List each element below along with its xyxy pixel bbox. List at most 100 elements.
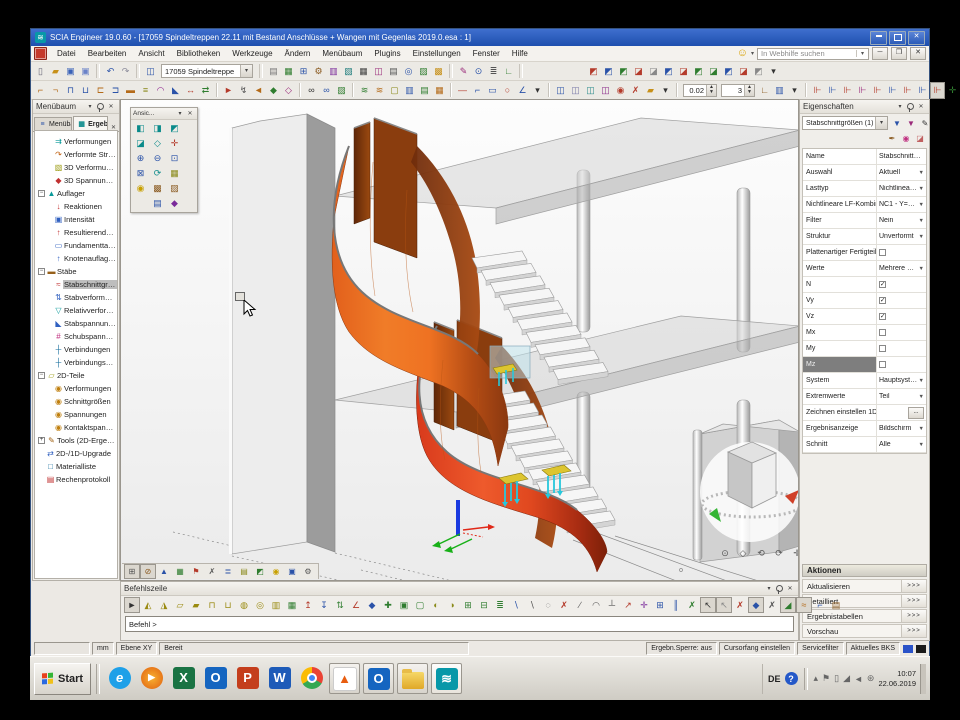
property-row-n[interactable]: N✓ — [803, 277, 926, 293]
zoom-out-icon[interactable]: ⊖ — [149, 151, 166, 166]
view-front-icon[interactable]: ◧ — [132, 121, 149, 136]
view-toggle-icon-4[interactable]: ◪ — [631, 63, 646, 80]
property-value[interactable]: Alle▼ — [877, 437, 926, 452]
language-indicator[interactable]: DE — [768, 674, 781, 684]
property-checkbox[interactable]: ✓ — [879, 281, 886, 288]
gallery-icon[interactable]: ▩ — [431, 63, 446, 80]
plus-tool-icon[interactable]: ✚ — [380, 597, 396, 613]
printer-icon[interactable]: ▤ — [386, 63, 401, 80]
help-search-input[interactable]: In Webhilfe suchen ▾ — [757, 48, 869, 60]
property-dropdown-icon[interactable]: ▼ — [919, 426, 924, 432]
tree-expand-icon[interactable]: − — [38, 190, 45, 197]
results-grid-icon[interactable]: ▥ — [326, 63, 341, 80]
target-icon[interactable]: ◉ — [613, 82, 628, 99]
tree-item-stäbe[interactable]: −▬Stäbe — [35, 265, 117, 278]
zoom-all-icon[interactable]: ⊠ — [132, 166, 149, 181]
menu-hilfe[interactable]: Hilfe — [506, 49, 534, 58]
text-tool-icon[interactable]: ↧ — [316, 597, 332, 613]
grid-icon[interactable]: ▦ — [172, 564, 188, 579]
menu-bibliotheken[interactable]: Bibliotheken — [171, 49, 227, 58]
shaded-icon[interactable]: ⊘ — [140, 564, 156, 579]
property-value[interactable]: Stabschnittgr... — [877, 149, 926, 164]
pencil-icon[interactable]: ✎ — [918, 116, 932, 130]
taskbar-excel-icon[interactable]: X — [169, 663, 198, 692]
presets-icon[interactable]: ▥ — [772, 82, 787, 99]
property-row-zeichnen-einstellen-1d[interactable]: Zeichnen einstellen 1D... — [803, 405, 926, 421]
window-split-icon[interactable]: ◫ — [143, 63, 158, 80]
property-value[interactable]: ... — [877, 405, 926, 420]
action-vorschau[interactable]: Vorschau>>> — [802, 624, 927, 638]
polar-icon[interactable]: ◆ — [748, 597, 764, 613]
cursor-snap-icon[interactable]: ✛ — [636, 597, 652, 613]
taskbar-explorer-icon[interactable] — [397, 663, 428, 694]
child-close-button[interactable]: ✕ — [910, 47, 926, 60]
flag-icon[interactable]: ⚑ — [188, 564, 204, 579]
property-dropdown-icon[interactable]: ▼ — [919, 186, 924, 192]
color-wheel-icon[interactable]: ◉ — [899, 131, 913, 145]
select-cursor-icon[interactable]: ► — [221, 82, 236, 99]
taskbar-powerpoint-icon[interactable]: P — [233, 663, 262, 692]
column-tool-icon[interactable]: ▱ — [172, 597, 188, 613]
composer-icon[interactable]: ◫ — [371, 63, 386, 80]
result-display-icon-5[interactable]: ⊩ — [870, 82, 885, 99]
box-tool-icon[interactable]: ▣ — [396, 597, 412, 613]
title-bar[interactable]: ≋ SCIA Engineer 19.0.60 - [17059 Spindel… — [31, 29, 929, 46]
property-row-schnitt[interactable]: SchnittAlle▼ — [803, 437, 926, 453]
tree-item-stabschnittgrößen[interactable]: ≈Stabschnittgrößen — [35, 278, 117, 291]
filter-more-icon[interactable]: ▦ — [432, 82, 447, 99]
tree-item-stabverformungen[interactable]: ⇅Stabverformungen — [35, 291, 117, 304]
panel-pin-icon[interactable] — [97, 103, 104, 110]
zoom-window-icon[interactable]: ⊡ — [166, 151, 183, 166]
menu-fenster[interactable]: Fenster — [467, 49, 506, 58]
property-dropdown-icon[interactable]: ▼ — [919, 218, 924, 224]
grid-tool-icon[interactable]: ⇅ — [332, 597, 348, 613]
named-view-icon[interactable]: ▦ — [166, 166, 183, 181]
action-more-button[interactable]: >>> — [901, 595, 926, 607]
activity-by-layer-icon[interactable]: ▨ — [334, 82, 349, 99]
property-dropdown-icon[interactable]: ▼ — [919, 170, 924, 176]
vp-settings-icon[interactable]: ⚙ — [300, 564, 316, 579]
move-icon[interactable]: ⌐ — [33, 82, 48, 99]
property-row-vz[interactable]: Vz✓ — [803, 309, 926, 325]
stretch-icon[interactable]: ↔ — [183, 82, 198, 99]
ucs-snap-icon[interactable]: ✗ — [764, 597, 780, 613]
property-row-filter[interactable]: FilterNein▼ — [803, 213, 926, 229]
view-palette-header[interactable]: Ansic... ▾ ✕ — [131, 108, 197, 120]
property-checkbox[interactable] — [879, 329, 886, 336]
menu-werkzeuge[interactable]: Werkzeuge — [226, 49, 278, 58]
property-row-ergebnisanzeige[interactable]: ErgebnisanzeigeBildschirm▼ — [803, 421, 926, 437]
clipping-box-icon[interactable]: ▢ — [387, 82, 402, 99]
help-tray-icon[interactable]: ? — [785, 672, 798, 685]
angle-snap-icon[interactable]: ≈ — [796, 597, 812, 613]
filter-icon[interactable]: ▼ — [890, 116, 904, 130]
tree-item-stabspannungen[interactable]: ◣Stabspannungen — [35, 317, 117, 330]
tree-item-schnittgrößen[interactable]: ◉Schnittgrößen — [35, 395, 117, 408]
copy-special-icon[interactable]: ◫ — [583, 82, 598, 99]
snap-tangent-icon[interactable]: ◠ — [588, 597, 604, 613]
command-pin-icon[interactable] — [776, 585, 783, 592]
camera-icon[interactable]: ▣ — [284, 564, 300, 579]
tree-item-verformungen[interactable]: ◉Verformungen — [35, 382, 117, 395]
status-service-filter[interactable]: Servicefilter — [797, 642, 844, 655]
property-ellipsis-button[interactable]: ... — [908, 407, 924, 419]
scale-lock-icon[interactable]: ∟ — [757, 82, 772, 99]
snap-midpoint-icon[interactable]: ∖ — [524, 597, 540, 613]
snap-endpoint-icon[interactable]: ∖ — [508, 597, 524, 613]
brush-icon[interactable]: ✒ — [885, 131, 899, 145]
property-row-vy[interactable]: Vy✓ — [803, 293, 926, 309]
orbit-left-icon[interactable]: ⟲ — [753, 546, 769, 561]
dot-grid-icon[interactable]: ⊞ — [652, 597, 668, 613]
taskbar-ie-icon[interactable]: e — [105, 663, 134, 692]
visibility-icon[interactable]: ∞ — [304, 82, 319, 99]
circle-icon[interactable]: ○ — [500, 82, 515, 99]
view-toggle-icon-10[interactable]: ◩ — [721, 63, 736, 80]
property-object-combo-caret-icon[interactable]: ▾ — [875, 117, 887, 129]
line-grid-icon[interactable]: ║ — [668, 597, 684, 613]
visibility-layers-icon[interactable]: ∞ — [319, 82, 334, 99]
line-icon[interactable]: — — [455, 82, 470, 99]
tree-item-reaktionen[interactable]: ↓Reaktionen — [35, 200, 117, 213]
feedback-smiley-icon[interactable]: ☺ — [737, 48, 748, 59]
status-units[interactable]: mm — [92, 642, 114, 655]
mesh-icon[interactable]: ⊞ — [296, 63, 311, 80]
count-spinner-arrows-icon[interactable]: ▲▼ — [744, 85, 754, 96]
